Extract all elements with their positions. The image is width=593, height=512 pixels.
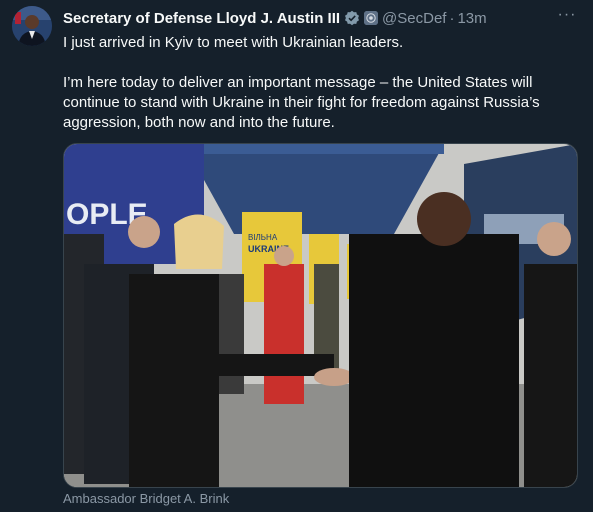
- author-name[interactable]: Secretary of Defense Lloyd J. Austin III: [63, 10, 340, 27]
- more-options-icon[interactable]: ···: [555, 6, 579, 26]
- tweet-photo[interactable]: OPLE ВІЛЬНА UKRAINE: [63, 143, 578, 488]
- photo-scene: OPLE ВІЛЬНА UKRAINE: [64, 144, 577, 487]
- timestamp[interactable]: 13m: [457, 10, 486, 27]
- author-avatar[interactable]: [12, 6, 52, 46]
- tweet-paragraph: I’m here today to deliver an important m…: [63, 74, 540, 131]
- verified-badge-icon: [344, 10, 360, 26]
- tweet-header: Secretary of Defense Lloyd J. Austin III…: [63, 8, 581, 28]
- tweet-paragraph: I just arrived in Kyiv to meet with Ukra…: [63, 34, 404, 51]
- government-seal-icon: [364, 11, 379, 25]
- tweet-text: I just arrived in Kyiv to meet with Ukra…: [63, 33, 579, 133]
- poster-text: ВІЛЬНА: [248, 233, 278, 242]
- author-handle[interactable]: @SecDef: [382, 10, 446, 27]
- media-caption: Ambassador Bridget A. Brink: [63, 491, 230, 506]
- separator-dot: ·: [449, 9, 455, 27]
